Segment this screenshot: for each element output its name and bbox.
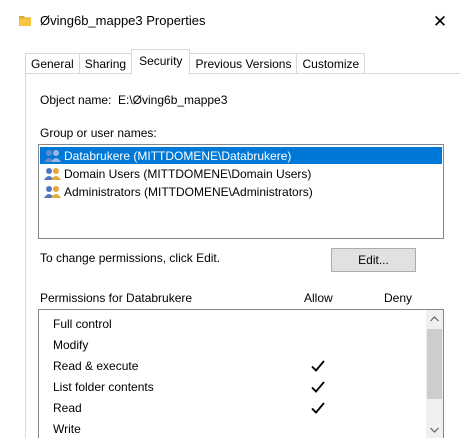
close-icon: ✕	[432, 12, 448, 31]
tab-security[interactable]: Security	[131, 49, 191, 74]
permission-name: Modify	[53, 337, 89, 352]
permissions-for-label: Permissions for Databrukere	[40, 291, 193, 305]
group-or-user-names-label: Group or user names:	[40, 126, 157, 140]
scrollbar-thumb[interactable]	[427, 329, 442, 399]
permission-name: Write	[53, 421, 81, 436]
close-button[interactable]: ✕	[420, 0, 460, 44]
permission-row: Modify	[39, 334, 427, 355]
allow-checkmark-icon	[311, 401, 325, 414]
user-item-administrators[interactable]: Administrators (MITTDOMENE\Administrator…	[40, 183, 442, 200]
user-item-domain-users[interactable]: Domain Users (MITTDOMENE\Domain Users)	[40, 165, 442, 182]
user-name: Domain Users (MITTDOMENE\Domain Users)	[64, 166, 312, 181]
allow-column-header: Allow	[304, 291, 333, 305]
user-list[interactable]: Databrukere (MITTDOMENE\Databrukere) Dom…	[38, 144, 444, 239]
allow-checkmark-icon	[311, 380, 325, 393]
permission-name: List folder contents	[53, 379, 154, 394]
users-icon	[44, 167, 61, 180]
permission-row: Write	[39, 418, 427, 439]
window-title: Øving6b_mappe3 Properties	[40, 13, 206, 28]
folder-icon	[19, 16, 31, 26]
tab-sharing[interactable]: Sharing	[78, 53, 133, 74]
permissions-scrollbar[interactable]	[426, 310, 443, 438]
scroll-up-button[interactable]	[426, 310, 443, 327]
permission-row: Read	[39, 397, 427, 418]
users-icon	[44, 149, 61, 162]
chevron-up-icon	[430, 315, 439, 321]
title-bar: Øving6b_mappe3 Properties ✕	[0, 0, 460, 44]
tab-strip: General Sharing Security Previous Versio…	[25, 49, 366, 74]
permission-name: Full control	[53, 316, 112, 331]
user-item-databrukere[interactable]: Databrukere (MITTDOMENE\Databrukere)	[40, 147, 442, 164]
tab-customize[interactable]: Customize	[296, 53, 366, 74]
user-name: Administrators (MITTDOMENE\Administrator…	[64, 184, 313, 199]
tab-previous-versions[interactable]: Previous Versions	[189, 53, 298, 74]
permission-row: List folder contents	[39, 376, 427, 397]
permission-row: Full control	[39, 313, 427, 334]
permissions-list: Full control Modify Read & execute List …	[38, 309, 444, 438]
deny-column-header: Deny	[384, 291, 413, 305]
edit-button[interactable]: Edit...	[331, 248, 416, 272]
allow-checkmark-icon	[311, 359, 325, 372]
object-name-label: Object name:	[40, 93, 112, 107]
tab-general[interactable]: General	[25, 53, 80, 74]
object-name-value: E:\Øving6b_mappe3	[118, 93, 228, 107]
chevron-down-icon	[430, 427, 439, 433]
permission-name: Read	[53, 400, 82, 415]
permission-name: Read & execute	[53, 358, 139, 373]
users-icon	[44, 185, 61, 198]
change-permissions-hint: To change permissions, click Edit.	[40, 251, 221, 265]
user-name: Databrukere (MITTDOMENE\Databrukere)	[64, 148, 292, 163]
scroll-down-button[interactable]	[426, 421, 443, 438]
permission-row: Read & execute	[39, 355, 427, 376]
